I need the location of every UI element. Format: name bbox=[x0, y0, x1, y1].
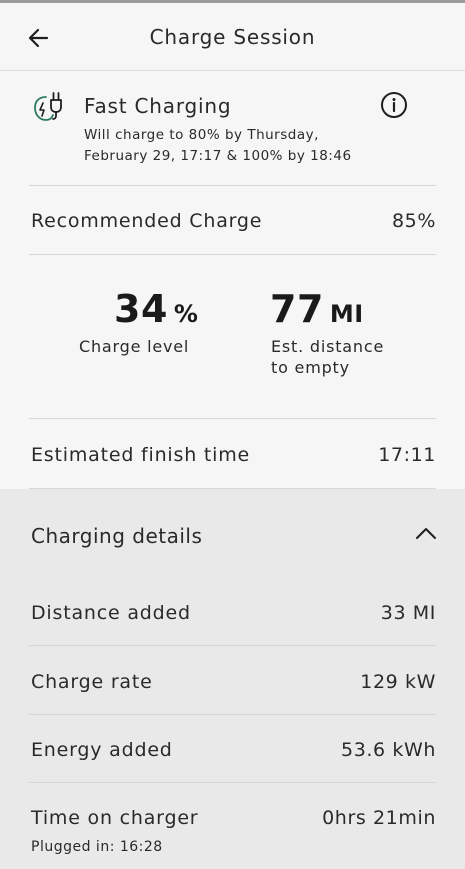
charging-eta-text: Will charge to 80% by Thursday, February… bbox=[84, 127, 352, 164]
divider bbox=[29, 714, 436, 715]
energy-added-label: Energy added bbox=[31, 739, 173, 761]
recommended-charge-label: Recommended Charge bbox=[31, 210, 263, 232]
distance-to-empty-value: 77 MI bbox=[270, 287, 364, 331]
estimated-finish-label: Estimated finish time bbox=[31, 444, 251, 466]
time-on-charger-label: Time on charger bbox=[31, 807, 199, 829]
ev-plug-icon bbox=[34, 92, 62, 121]
distance-number: 77 bbox=[270, 287, 324, 331]
plugged-in-time: Plugged in: 16:28 bbox=[31, 839, 163, 855]
charge-level-value: 34% bbox=[114, 287, 198, 331]
charging-details-title: Charging details bbox=[31, 524, 203, 548]
estimated-finish-value: 17:11 bbox=[378, 444, 436, 466]
divider bbox=[29, 254, 436, 255]
info-button[interactable] bbox=[379, 90, 409, 120]
charge-rate-value: 129 kW bbox=[360, 671, 436, 693]
divider bbox=[29, 185, 436, 186]
chevron-up-icon[interactable] bbox=[414, 524, 438, 542]
page-title: Charge Session bbox=[149, 25, 316, 49]
divider bbox=[29, 782, 436, 783]
charge-level-number: 34 bbox=[114, 287, 168, 331]
charging-mode-title: Fast Charging bbox=[84, 94, 232, 118]
divider bbox=[29, 418, 436, 419]
time-on-charger-value: 0hrs 21min bbox=[322, 807, 436, 829]
recommended-charge-value: 85% bbox=[391, 210, 436, 232]
charge-level-unit: % bbox=[173, 300, 199, 328]
distance-added-value: 33 MI bbox=[380, 602, 436, 624]
info-icon bbox=[381, 92, 407, 118]
app-header: Charge Session bbox=[0, 3, 465, 71]
distance-to-empty-label: Est. distance to empty bbox=[271, 337, 385, 377]
charge-level-label: Charge level bbox=[79, 337, 190, 356]
distance-added-label: Distance added bbox=[31, 602, 191, 624]
charge-rate-label: Charge rate bbox=[31, 671, 153, 693]
divider bbox=[29, 645, 436, 646]
energy-added-value: 53.6 kWh bbox=[341, 739, 436, 761]
distance-unit: MI bbox=[329, 300, 364, 328]
